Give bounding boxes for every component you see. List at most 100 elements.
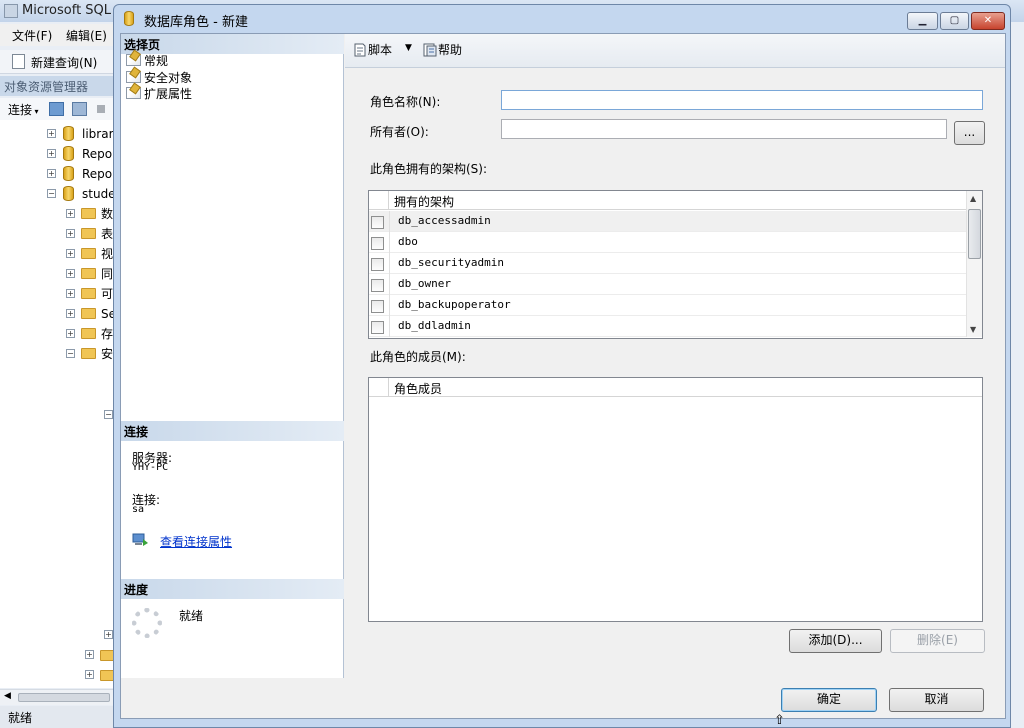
progress-status: 就绪 (179, 609, 204, 623)
schema-name: db_accessadmin (389, 211, 966, 232)
tree-node[interactable]: − 安 (0, 344, 115, 364)
folder-icon (81, 328, 96, 339)
owner-browse-button[interactable]: ... (954, 121, 985, 145)
schema-checkbox[interactable] (371, 279, 384, 292)
tree-expander-icon[interactable]: + (66, 209, 75, 218)
role-members-grid: 角色成员 (368, 377, 983, 622)
schemas-column-header[interactable]: 拥有的架构 (394, 193, 454, 210)
script-button[interactable]: 脚本 (352, 41, 392, 58)
tree-expander-icon[interactable]: + (104, 630, 113, 639)
schema-row[interactable]: db_backupoperator (369, 295, 966, 316)
scroll-thumb[interactable] (968, 209, 981, 259)
tree-node-label: 数 (101, 207, 114, 221)
tree-node-label: 同 (101, 267, 114, 281)
schema-row[interactable]: dbo (369, 232, 966, 253)
connect-button[interactable]: 连接 ▾ (8, 101, 39, 118)
tree-expander-icon[interactable]: + (66, 249, 75, 258)
schema-checkbox[interactable] (371, 258, 384, 271)
tree-node-label: librar (82, 127, 114, 141)
help-button[interactable]: 帮助 (422, 41, 462, 58)
tree-node[interactable]: + 存 (0, 324, 115, 344)
add-member-button[interactable]: 添加(D)... (789, 629, 882, 653)
tree-expander-icon[interactable]: − (66, 349, 75, 358)
tree-node[interactable]: − stude (0, 184, 115, 204)
owner-input[interactable] (501, 119, 947, 139)
schema-row[interactable]: db_owner (369, 274, 966, 295)
scroll-up-icon[interactable]: ▲ (970, 194, 976, 203)
role-members-label: 此角色的成员(M): (370, 350, 466, 364)
schemas-scrollbar[interactable]: ▲ ▼ (966, 191, 982, 337)
tree-node[interactable]: + Repo (0, 164, 115, 184)
tree-expander-icon[interactable]: + (47, 129, 56, 138)
schema-checkbox[interactable] (371, 300, 384, 313)
tree-node[interactable]: + Repo (0, 144, 115, 164)
tree-node-label: 可 (101, 287, 114, 301)
schema-row[interactable]: db_accessadmin (369, 211, 966, 232)
close-button[interactable]: ✕ (971, 12, 1005, 30)
connect-icon[interactable] (49, 102, 64, 116)
tree-node[interactable]: + librar (0, 124, 115, 144)
remove-member-button[interactable]: 删除(E) (890, 629, 985, 653)
tree-node[interactable]: + 表 (0, 224, 115, 244)
folder-icon (81, 268, 96, 279)
cancel-button[interactable]: 取消 (889, 688, 984, 712)
tree-node[interactable]: + 视 (0, 244, 115, 264)
tree-node-label: stude (82, 187, 115, 201)
tree-expander-icon[interactable]: + (47, 149, 56, 158)
menu-file[interactable]: 文件(F) (12, 27, 52, 44)
tree-expander-icon[interactable]: + (66, 269, 75, 278)
tree-expander-icon[interactable]: + (47, 169, 56, 178)
tree-node-label: 表 (101, 227, 114, 241)
folder-icon (81, 248, 96, 259)
schema-checkbox[interactable] (371, 321, 384, 334)
ok-button[interactable]: 确定 (781, 688, 877, 712)
help-icon (423, 43, 437, 56)
schema-row[interactable]: db_securityadmin (369, 253, 966, 274)
select-page-header: 选择页 (121, 34, 344, 54)
members-column-header[interactable]: 角色成员 (394, 380, 442, 397)
schema-name: db_backupoperator (389, 295, 966, 316)
minimize-button[interactable]: ▁ (907, 12, 938, 30)
grid-corner (369, 191, 389, 210)
new-query-button[interactable]: 新建查询(N) (31, 54, 97, 71)
dropdown-arrow-icon: ▾ (32, 107, 39, 116)
tree-node-label: 安 (101, 347, 114, 361)
schema-name: db_owner (389, 274, 966, 295)
tree-node[interactable]: + Se (0, 304, 115, 324)
stop-icon[interactable] (97, 105, 105, 113)
folder-icon (81, 288, 96, 299)
role-name-input[interactable] (501, 90, 983, 110)
scroll-thumb[interactable] (18, 693, 110, 702)
new-query-icon (12, 54, 25, 69)
scroll-down-icon[interactable]: ▼ (970, 325, 976, 334)
schema-name: db_securityadmin (389, 253, 966, 274)
tree-node[interactable]: + 数 (0, 204, 115, 224)
page-securables-label: 安全对象 (144, 71, 193, 85)
script-dropdown-icon[interactable]: ▼ (405, 43, 412, 53)
tree-expander-icon[interactable]: + (66, 289, 75, 298)
tree-node[interactable]: + 可 (0, 284, 115, 304)
dialog-title: 数据库角色 - 新建 (144, 15, 248, 30)
connection-value: sa (132, 504, 145, 515)
menu-edit[interactable]: 编辑(E) (66, 27, 107, 44)
schema-row[interactable]: db_ddladmin (369, 316, 966, 337)
disconnect-icon[interactable] (72, 102, 87, 116)
scroll-left-icon[interactable]: ◀ (4, 691, 11, 701)
tree-expander-icon[interactable]: + (85, 670, 94, 679)
page-extended-properties[interactable]: 扩展属性 (126, 86, 192, 103)
tree-expander-icon[interactable]: + (85, 650, 94, 659)
tree-expander-icon[interactable]: − (104, 410, 113, 419)
tree-expander-icon[interactable]: + (66, 309, 75, 318)
schema-checkbox[interactable] (371, 216, 384, 229)
schema-checkbox[interactable] (371, 237, 384, 250)
connection-properties-icon (132, 533, 148, 546)
tree-expander-icon[interactable]: + (66, 229, 75, 238)
progress-header: 进度 (121, 579, 344, 599)
tree-expander-icon[interactable]: + (66, 329, 75, 338)
tree-node[interactable]: + 同 (0, 264, 115, 284)
view-connection-properties-link[interactable]: 查看连接属性 (160, 533, 232, 550)
maximize-button[interactable]: ▢ (940, 12, 969, 30)
server-value: YHY-PC (132, 462, 169, 473)
horizontal-scrollbar[interactable]: ◀ (0, 689, 115, 705)
tree-expander-icon[interactable]: − (47, 189, 56, 198)
